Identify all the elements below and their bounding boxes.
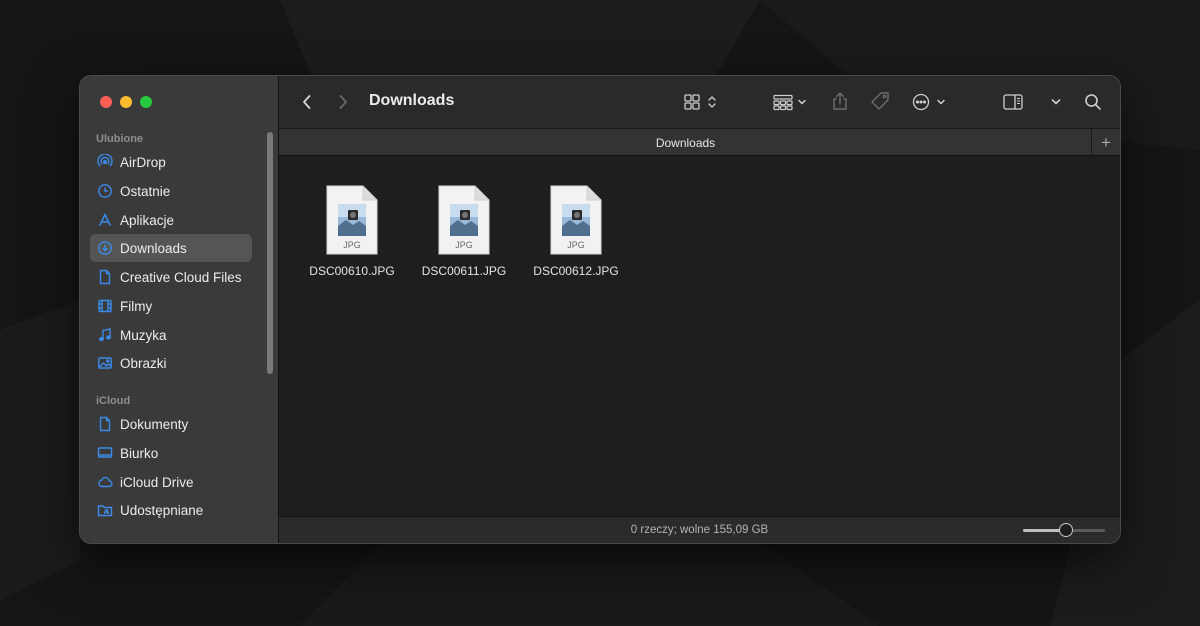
- search-button[interactable]: [1083, 92, 1103, 112]
- sidebar-item-label: Obrazki: [120, 355, 167, 371]
- cloud-icon: [97, 474, 113, 490]
- shared-folder-icon: [97, 502, 113, 518]
- music-icon: [97, 327, 113, 343]
- status-text: 0 rzeczy; wolne 155,09 GB: [630, 524, 769, 536]
- sidebar-item-label: Creative Cloud Files: [120, 269, 242, 285]
- sidebar-item-movies[interactable]: Filmy: [90, 292, 252, 320]
- window-title: Downloads: [369, 92, 455, 109]
- sidebar-item-icloud-drive[interactable]: iCloud Drive: [90, 468, 252, 496]
- sidebar-item-pictures[interactable]: Obrazki: [90, 349, 252, 377]
- sidebar-right-icon: [1003, 94, 1023, 110]
- sidebar-item-label: Downloads: [120, 240, 187, 256]
- tags-button[interactable]: [869, 90, 891, 112]
- group-grid-icon: [773, 94, 806, 111]
- back-button[interactable]: [297, 92, 317, 112]
- minimize-button[interactable]: [120, 96, 132, 108]
- document-icon: [97, 416, 113, 432]
- share-icon: [833, 92, 847, 110]
- sidebar-item-label: Udostępniane: [120, 502, 204, 518]
- chevron-right-icon: [339, 95, 347, 109]
- window-controls: [100, 96, 152, 108]
- actions-menu-button[interactable]: [911, 92, 951, 112]
- jpg-file-icon: JPG: [549, 184, 603, 256]
- airdrop-icon: [97, 154, 113, 170]
- sidebar-item-label: Biurko: [120, 445, 159, 461]
- chevron-down-icon: [1051, 99, 1061, 105]
- clock-icon: [97, 183, 113, 199]
- file-name: DSC00612.JPG: [533, 264, 619, 278]
- ellipsis-circle-icon: [912, 93, 945, 111]
- sidebar-item-label: Muzyka: [120, 327, 167, 343]
- search-icon: [1085, 94, 1101, 110]
- sidebar-item-music[interactable]: Muzyka: [90, 321, 252, 349]
- tab-downloads[interactable]: Downloads: [279, 136, 1092, 150]
- sidebar-item-label: AirDrop: [120, 154, 166, 170]
- close-button[interactable]: [100, 96, 112, 108]
- file-grid: JPG DSC00610.JPG JPG DSC00611.JPG JPG DS…: [279, 156, 1120, 516]
- jpg-file-icon: JPG: [437, 184, 491, 256]
- sidebar-item-desktop[interactable]: Biurko: [90, 439, 252, 467]
- file-name: DSC00611.JPG: [421, 264, 507, 278]
- sidebar-item-documents[interactable]: Dokumenty: [90, 410, 252, 438]
- slider-knob[interactable]: [1058, 523, 1073, 537]
- tab-bar: Downloads +: [279, 128, 1120, 156]
- forward-button[interactable]: [333, 92, 353, 112]
- applications-icon: [97, 212, 113, 228]
- sidebar-item-shared[interactable]: Udostępniane: [90, 496, 252, 524]
- file-item[interactable]: JPG DSC00611.JPG: [408, 184, 520, 278]
- icloud-section-label: iCloud: [96, 395, 131, 407]
- sidebar-item-label: Aplikacje: [120, 212, 175, 228]
- sidebar-item-label: Ostatnie: [120, 183, 171, 199]
- sidebar: Ulubione AirDrop Ostatnie Aplikacje Down…: [80, 76, 279, 543]
- toolbar-overflow-button[interactable]: [1048, 94, 1064, 110]
- sidebar-item-applications[interactable]: Aplikacje: [90, 206, 252, 234]
- file-type-label: JPG: [567, 240, 585, 250]
- jpg-file-icon: JPG: [325, 184, 379, 256]
- icon-grid-icon: [684, 94, 716, 110]
- file-item[interactable]: JPG DSC00612.JPG: [520, 184, 632, 278]
- toolbar: Downloads: [279, 76, 1120, 128]
- icon-size-slider[interactable]: [1023, 523, 1105, 537]
- sidebar-item-label: Filmy: [120, 298, 153, 314]
- plus-icon: +: [1101, 132, 1111, 152]
- tag-icon: [871, 92, 889, 110]
- preview-pane-button[interactable]: [1002, 92, 1024, 112]
- file-name: DSC00610.JPG: [309, 264, 395, 278]
- film-icon: [97, 298, 113, 314]
- file-type-label: JPG: [343, 240, 361, 250]
- sidebar-scrollbar[interactable]: [267, 132, 273, 374]
- sidebar-item-airdrop[interactable]: AirDrop: [90, 148, 252, 176]
- photo-icon: [97, 355, 113, 371]
- status-bar: 0 rzeczy; wolne 155,09 GB: [279, 516, 1120, 543]
- file-item[interactable]: JPG DSC00610.JPG: [296, 184, 408, 278]
- download-icon: [97, 240, 113, 256]
- sidebar-item-recents[interactable]: Ostatnie: [90, 177, 252, 205]
- sidebar-item-label: iCloud Drive: [120, 474, 194, 490]
- sidebar-item-creative-cloud-files[interactable]: Creative Cloud Files: [90, 263, 252, 291]
- zoom-button[interactable]: [140, 96, 152, 108]
- group-by-button[interactable]: [772, 92, 812, 112]
- new-tab-button[interactable]: +: [1091, 129, 1120, 156]
- chevron-left-icon: [303, 95, 311, 109]
- finder-window: Ulubione AirDrop Ostatnie Aplikacje Down…: [80, 76, 1120, 543]
- favorites-section-label: Ulubione: [96, 133, 144, 145]
- share-button[interactable]: [829, 90, 851, 112]
- document-icon: [97, 269, 113, 285]
- desktop-icon: [97, 445, 113, 461]
- view-mode-button[interactable]: [683, 92, 723, 112]
- file-type-label: JPG: [455, 240, 473, 250]
- sidebar-item-label: Dokumenty: [120, 416, 189, 432]
- sidebar-item-downloads[interactable]: Downloads: [90, 234, 252, 262]
